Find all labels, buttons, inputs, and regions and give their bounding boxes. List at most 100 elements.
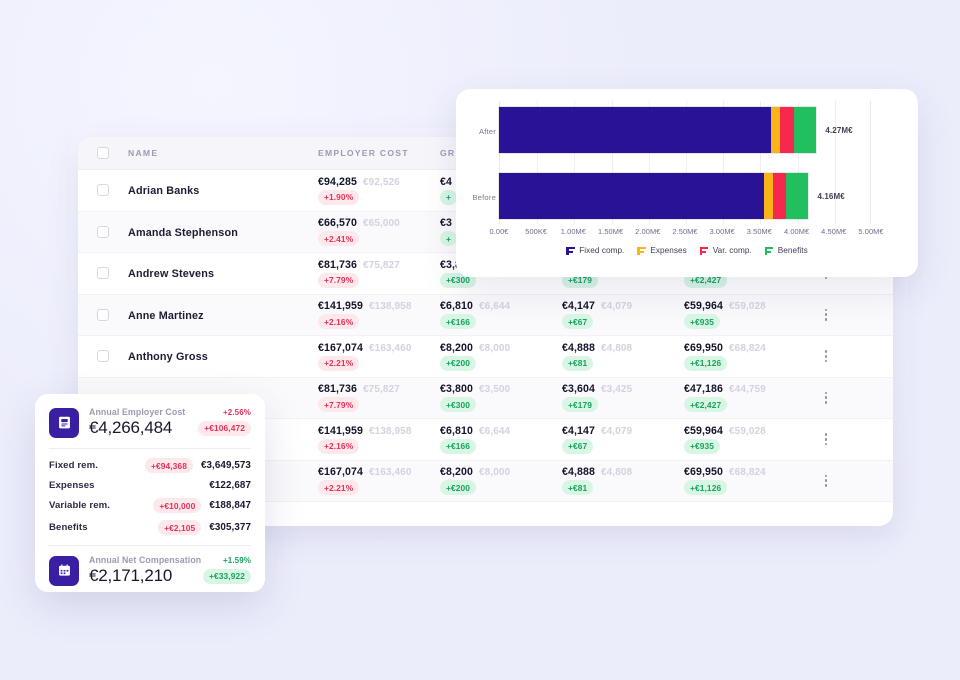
row-checkbox[interactable]	[97, 350, 109, 363]
value-previous: €4,808	[601, 467, 633, 479]
gridline	[834, 101, 836, 224]
value-current: €59,964	[684, 300, 723, 313]
net-compensation-value: €2,171,210	[89, 566, 173, 585]
value-current: €69,950	[684, 341, 723, 354]
delta-badge: +7.79%	[318, 397, 360, 413]
x-tick-label: 2.00M€	[635, 227, 661, 236]
value-previous: €59,028	[729, 425, 766, 437]
delta-badge: +7.79%	[318, 272, 360, 288]
breakdown-delta-badge: +€10,000	[153, 498, 202, 513]
column-header-name[interactable]: NAME	[128, 148, 318, 158]
legend-label: Benefits	[777, 246, 808, 255]
delta-badge: +€81	[562, 355, 594, 371]
delta-badge: +€67	[562, 314, 594, 330]
cell-gross: €6,810 €6,644 +€166	[440, 300, 562, 330]
legend-swatch-icon	[566, 246, 575, 255]
cell-employer-cost: €167,074 €163,460 +2.21%	[318, 466, 440, 496]
value-previous: €163,460	[369, 467, 412, 479]
chart-y-label: Before	[472, 193, 496, 202]
more-options-icon[interactable]	[824, 308, 828, 321]
select-all-checkbox[interactable]	[97, 147, 109, 159]
value-current: €4,888	[562, 341, 596, 354]
legend-swatch-icon	[764, 246, 774, 255]
delta-badge: +	[440, 231, 457, 247]
value-current: €59,964	[684, 424, 723, 437]
cell-actions[interactable]	[806, 474, 846, 487]
more-options-icon[interactable]	[824, 474, 828, 487]
cost-breakdown-list: Fixed rem. +€94,368 €3,649,573 Expenses €122…	[49, 458, 251, 535]
row-select-cell[interactable]	[78, 225, 128, 238]
more-options-icon[interactable]	[824, 350, 828, 363]
bar-segment-expenses	[763, 173, 773, 219]
row-checkbox[interactable]	[97, 184, 109, 197]
delta-badge: +€935	[684, 438, 721, 454]
legend-item[interactable]: Var. comp.	[699, 246, 752, 255]
chart-legend: Fixed comp. Expenses Var. comp. Benefits	[456, 246, 918, 255]
breakdown-delta-badge: +€94,368	[144, 458, 193, 473]
column-header-employer-cost[interactable]: EMPLOYER COST	[318, 148, 440, 158]
breakdown-values: +€10,000 €188,847	[153, 498, 251, 513]
cost-summary-card: Annual Employer Cost +2.56% €4,266,484 +…	[35, 394, 265, 592]
cell-gross: €8,200 €8,000 +€200	[440, 466, 562, 496]
cell-gross: €8,200 €8,000 +€200	[440, 342, 562, 371]
more-options-icon[interactable]	[824, 433, 828, 446]
row-checkbox[interactable]	[97, 308, 109, 321]
value-previous: €75,827	[363, 384, 400, 396]
delta-badge: +€300	[440, 397, 477, 413]
screen-root: NAME EMPLOYER COST GR Adrian Banks €94,28…	[0, 0, 960, 680]
more-options-icon[interactable]	[824, 391, 828, 404]
legend-item[interactable]: Expenses	[637, 246, 687, 255]
cell-actions[interactable]	[806, 308, 846, 321]
cell-actions[interactable]	[806, 350, 846, 363]
value-current: €6,810	[440, 424, 474, 437]
breakdown-row: Fixed rem. +€94,368 €3,649,573	[49, 458, 251, 473]
employee-name: Andrew Stevens	[128, 268, 215, 281]
breakdown-amount: €305,377	[209, 522, 251, 533]
cell-actions[interactable]	[806, 433, 846, 446]
cell-col5: €47,186 €44,759+€2,427	[684, 383, 806, 413]
chart-x-axis-ticks: 0.00€ 500K€ 1.00M€ 1.50M€ 2.00M€ 2.50M€ 3.00M€…	[490, 227, 884, 239]
value-previous: €6,644	[479, 425, 511, 437]
value-current: €167,074	[318, 466, 363, 479]
delta-badge: +1.90%	[318, 189, 360, 205]
x-tick-label: 3.00M€	[709, 227, 735, 236]
value-current: €141,959	[318, 424, 363, 437]
cell-name: Anne Martinez	[128, 306, 318, 324]
delta-badge: +€200	[440, 480, 477, 496]
row-select-cell[interactable]	[78, 184, 128, 197]
value-previous: €68,824	[729, 342, 766, 354]
cell-name: Amanda Stephenson	[128, 223, 318, 241]
value-current: €4,888	[562, 466, 596, 479]
row-select-cell[interactable]	[78, 267, 128, 280]
cell-name: Andrew Stevens	[128, 264, 318, 282]
cell-col5: €69,950 €68,824 +€1,126	[684, 466, 806, 496]
value-current: €81,736	[318, 383, 357, 396]
value-current: €81,736	[318, 258, 357, 271]
employer-cost-text: Annual Employer Cost +2.56% €4,266,484 +…	[89, 407, 251, 438]
row-select-cell[interactable]	[78, 350, 128, 363]
legend-item[interactable]: Fixed comp.	[566, 246, 624, 255]
delta-badge: +€200	[440, 355, 477, 371]
value-current: €3	[440, 217, 452, 230]
delta-badge: +2.21%	[318, 355, 360, 371]
net-compensation-delta-badge: +€33,922	[203, 568, 251, 584]
row-checkbox[interactable]	[97, 225, 109, 238]
select-all-cell[interactable]	[78, 147, 128, 159]
cell-actions[interactable]	[806, 391, 846, 404]
employer-cost-delta-badge: +€106,472	[198, 420, 251, 436]
x-tick-label: 1.00M€	[560, 227, 587, 236]
x-tick-label: 2.50M€	[672, 227, 698, 236]
value-current: €167,074	[318, 341, 363, 354]
value-previous: €8,000	[479, 342, 511, 354]
legend-item[interactable]: Benefits	[764, 246, 808, 255]
employee-name: Anne Martinez	[128, 309, 204, 322]
cell-col5: €59,964 €59,028 +€935	[684, 425, 806, 454]
value-current: €69,950	[684, 466, 723, 479]
bar-segment-fixed-comp	[499, 173, 764, 219]
table-row[interactable]: Anne Martinez €141,959 €138,958 +2.16% €6,81…	[78, 294, 893, 336]
row-checkbox[interactable]	[97, 267, 109, 280]
legend-label: Expenses	[650, 246, 687, 255]
breakdown-label: Variable rem.	[49, 500, 111, 511]
table-row[interactable]: Anthony Gross €167,074 €163,460 +2.21% €8,20…	[78, 336, 893, 378]
row-select-cell[interactable]	[78, 308, 128, 321]
